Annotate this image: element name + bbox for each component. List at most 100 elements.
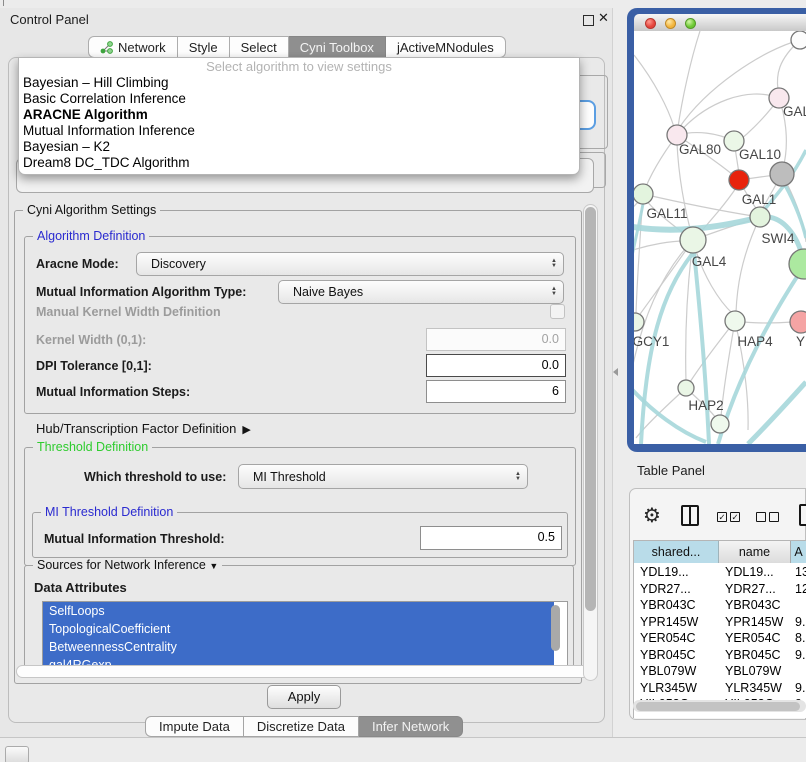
- table-row[interactable]: YDR27...YDR27...12: [634, 581, 806, 598]
- table-cell: [795, 597, 806, 614]
- float-window-icon[interactable]: [583, 15, 594, 26]
- tab-network[interactable]: Network: [88, 36, 178, 58]
- combo-spinner-icon: ▲▼: [509, 472, 527, 482]
- settings-horizontal-scrollbar[interactable]: [16, 665, 594, 678]
- node-label: GAL: [783, 104, 806, 119]
- minimize-traffic-light-icon[interactable]: [665, 18, 676, 29]
- algorithm-option[interactable]: Dream8 DC_TDC Algorithm: [19, 155, 579, 171]
- column-header-a[interactable]: A: [791, 541, 806, 563]
- algorithm-dropdown-placeholder: Select algorithm to view settings: [19, 58, 579, 75]
- hub-transcription-factor-expander[interactable]: Hub/Transcription Factor Definition▶: [36, 421, 251, 436]
- attribute-list-scrollbar[interactable]: [551, 605, 560, 651]
- table-row[interactable]: YER054CYER054C8.: [634, 630, 806, 647]
- table-row[interactable]: YBR043CYBR043C: [634, 597, 806, 614]
- deselect-all-checkbox-icon[interactable]: [769, 512, 779, 522]
- algorithm-option[interactable]: Basic Correlation Inference: [19, 91, 579, 107]
- table-cell: YDR27...: [725, 581, 793, 598]
- tab-infer-network[interactable]: Infer Network: [359, 716, 463, 737]
- network-node[interactable]: [711, 415, 729, 433]
- network-node[interactable]: [791, 31, 806, 49]
- algorithm-option[interactable]: Mutual Information Inference: [19, 123, 579, 139]
- network-node-gal1[interactable]: [750, 207, 770, 227]
- column-header-name[interactable]: name: [719, 541, 791, 563]
- network-node-hap4[interactable]: [725, 311, 745, 331]
- threshold-definition-legend: Threshold Definition: [33, 440, 152, 454]
- network-icon: [100, 41, 113, 54]
- select-all-checkbox-icon[interactable]: ✓: [717, 512, 727, 522]
- expander-arrow-icon: ▶: [242, 424, 250, 436]
- network-canvas[interactable]: GALGAL80GAL10GAL1GAL11GAL4YHAP4GCY1HAP2S…: [634, 31, 806, 444]
- kernel-width-label: Kernel Width (0,1):: [36, 333, 146, 347]
- mi-algorithm-type-select[interactable]: Naive Bayes ▲▼: [278, 280, 564, 304]
- tab-style[interactable]: Style: [178, 36, 230, 58]
- network-node-y[interactable]: [790, 311, 806, 333]
- split-columns-icon[interactable]: [681, 505, 699, 526]
- table-row[interactable]: YLR345WYLR345W9.: [634, 680, 806, 697]
- column-header-shared-[interactable]: shared...: [634, 541, 719, 563]
- table-cell: 9.: [795, 647, 806, 664]
- tab-discretize-data[interactable]: Discretize Data: [244, 716, 359, 737]
- cyni-algorithm-settings-legend: Cyni Algorithm Settings: [23, 203, 160, 217]
- zoom-traffic-light-icon[interactable]: [685, 18, 696, 29]
- kernel-width-field[interactable]: 0.0: [426, 328, 566, 351]
- control-panel-title: Control Panel: [10, 12, 89, 27]
- bottom-left-mini-button[interactable]: [5, 746, 29, 762]
- mi-threshold-field[interactable]: 0.5: [420, 526, 562, 550]
- tab-cyni-toolbox[interactable]: Cyni Toolbox: [289, 36, 386, 58]
- algorithm-option[interactable]: Bayesian – K2: [19, 139, 579, 155]
- node-label: GCY1: [634, 334, 669, 349]
- table-row[interactable]: YDL19...YDL19...13: [634, 564, 806, 581]
- table-cell: YBR045C: [725, 647, 793, 664]
- node-label: GAL1: [742, 192, 777, 207]
- network-node-gal4[interactable]: [680, 227, 706, 253]
- mi-steps-field[interactable]: 6: [426, 380, 566, 403]
- tab-jactivemnodules[interactable]: jActiveMNodules: [386, 36, 506, 58]
- network-node-hap2[interactable]: [678, 380, 694, 396]
- aracne-mode-select[interactable]: Discovery ▲▼: [136, 252, 564, 276]
- which-threshold-select[interactable]: MI Threshold ▲▼: [238, 464, 528, 489]
- which-threshold-label: Which threshold to use:: [84, 470, 226, 484]
- network-edge: [694, 252, 709, 444]
- node-label: Y: [796, 334, 805, 349]
- deselect-all-checkbox-icon[interactable]: [756, 512, 766, 522]
- data-attribute-item[interactable]: TopologicalCoefficient: [43, 620, 554, 638]
- combo-spinner-icon: ▲▼: [545, 259, 563, 269]
- close-traffic-light-icon[interactable]: [645, 18, 656, 29]
- close-icon[interactable]: ✕: [598, 10, 609, 26]
- table-horizontal-scrollbar-thumb[interactable]: [636, 702, 800, 711]
- manual-kernel-width-checkbox[interactable]: [550, 304, 565, 319]
- control-panel-tab-bar: NetworkStyleSelectCyni ToolboxjActiveMNo…: [88, 36, 506, 58]
- data-attribute-item[interactable]: BetweennessCentrality: [43, 638, 554, 656]
- algorithm-option[interactable]: ARACNE Algorithm: [19, 107, 579, 123]
- application-window: Control Panel ✕ NetworkStyleSelectCyni T…: [0, 0, 806, 762]
- table-row[interactable]: YBL079WYBL079W: [634, 663, 806, 680]
- control-panel-window: Control Panel ✕ NetworkStyleSelectCyni T…: [0, 8, 613, 737]
- network-node[interactable]: [770, 162, 794, 186]
- table-function-icon[interactable]: [799, 504, 806, 526]
- apply-button[interactable]: Apply: [267, 685, 341, 709]
- node-label: GAL10: [739, 147, 781, 162]
- table-cell: YPR145W: [640, 614, 721, 631]
- node-label: HAP4: [737, 334, 773, 349]
- network-node-gal11[interactable]: [634, 184, 653, 204]
- gear-icon[interactable]: ⚙: [643, 503, 661, 528]
- algorithm-option[interactable]: Bayesian – Hill Climbing: [19, 75, 579, 91]
- network-edge: [677, 94, 779, 135]
- data-attributes-list[interactable]: SelfLoopsTopologicalCoefficientBetweenne…: [42, 601, 568, 669]
- sources-legend[interactable]: Sources for Network Inference ▼: [33, 558, 222, 572]
- tab-impute-data[interactable]: Impute Data: [145, 716, 244, 737]
- network-node[interactable]: [729, 170, 749, 190]
- panel-splitter-handle[interactable]: [613, 368, 618, 376]
- network-node[interactable]: [789, 249, 806, 279]
- table-row[interactable]: YBR045CYBR045C9.: [634, 647, 806, 664]
- tab-select[interactable]: Select: [230, 36, 289, 58]
- data-attributes-label: Data Attributes: [34, 580, 127, 595]
- select-all-checkbox-icon[interactable]: ✓: [730, 512, 740, 522]
- network-edge: [736, 217, 760, 312]
- dpi-tolerance-field[interactable]: 0.0: [426, 354, 566, 377]
- network-window-titlebar[interactable]: [634, 14, 806, 32]
- settings-vertical-scrollbar-thumb[interactable]: [585, 207, 596, 611]
- table-row[interactable]: YPR145WYPR145W9.: [634, 614, 806, 631]
- table-cell: YDL19...: [725, 564, 793, 581]
- data-attribute-item[interactable]: SelfLoops: [43, 602, 554, 620]
